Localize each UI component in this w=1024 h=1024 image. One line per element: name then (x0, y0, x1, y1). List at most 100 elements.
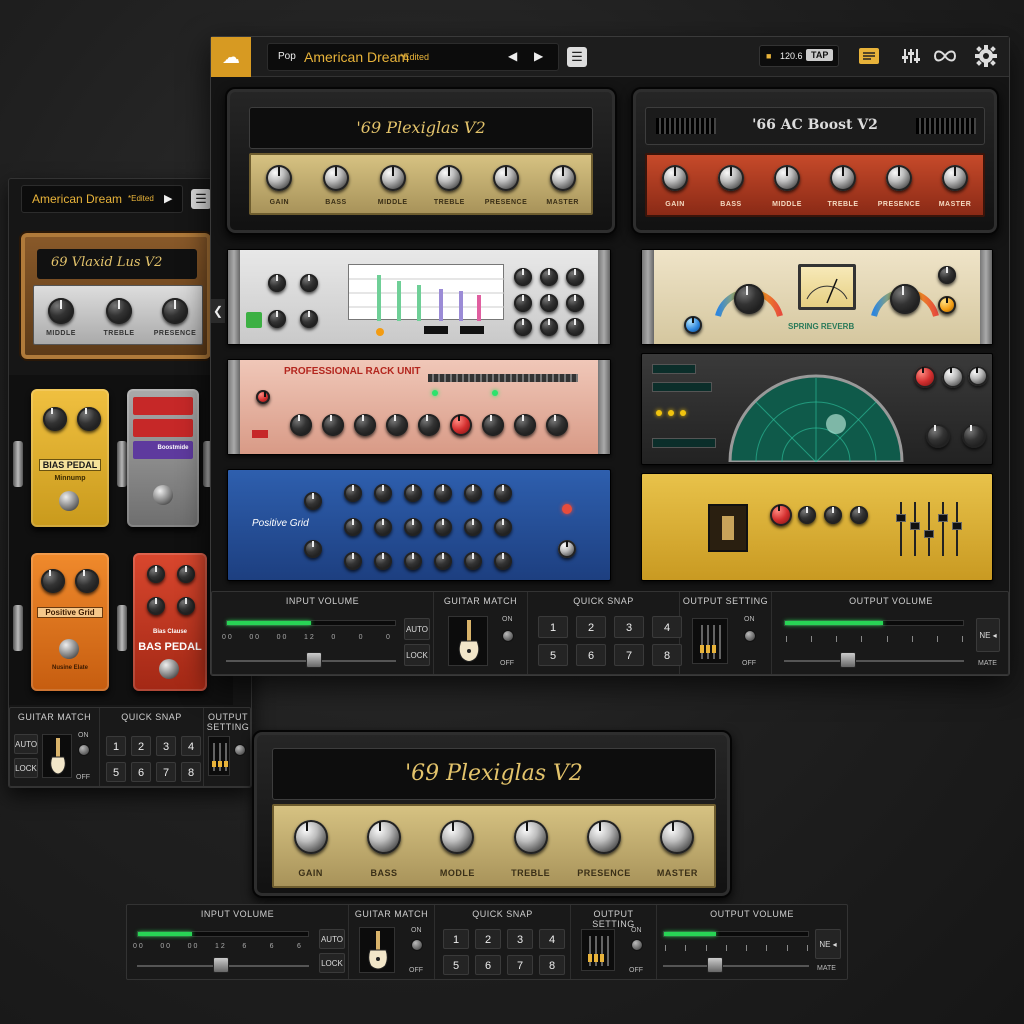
rack-knob[interactable] (494, 518, 512, 536)
amp-right-knob-3[interactable] (830, 165, 856, 191)
lower-snap-1[interactable]: 1 (443, 929, 469, 949)
rack-knob[interactable] (344, 484, 362, 502)
pedal-footswitch[interactable] (59, 491, 79, 511)
rack-analyzer[interactable] (227, 249, 611, 345)
rack-knob[interactable] (404, 484, 422, 502)
lower-input-slider-thumb[interactable] (213, 957, 229, 973)
amp-right-knob-4[interactable] (886, 165, 912, 191)
rack-knob[interactable] (434, 484, 452, 502)
lower-auto-button[interactable]: AUTO (319, 929, 345, 949)
lower-guitar-icon[interactable] (359, 927, 395, 973)
side-snap-7[interactable]: 7 (156, 762, 176, 782)
rack-knob[interactable] (434, 552, 452, 570)
amp-right-knob-2[interactable] (774, 165, 800, 191)
gear-icon[interactable] (975, 45, 997, 72)
side-menu-icon[interactable]: ☰ (191, 189, 211, 209)
rack-knob[interactable] (514, 414, 536, 436)
rack-knob[interactable] (566, 294, 584, 312)
lower-lock-button[interactable]: LOCK (319, 953, 345, 973)
preset-list-icon[interactable] (859, 48, 879, 64)
amp-right-knob-5[interactable] (942, 165, 968, 191)
pedal-bias-yellow[interactable]: BIAS PEDAL Minnump (31, 389, 109, 527)
guitar-icon[interactable] (448, 616, 488, 666)
amp-left-knob-4[interactable] (493, 165, 519, 191)
radar-knob[interactable] (926, 424, 950, 448)
reverb-knob-right[interactable] (890, 284, 920, 314)
main-snap-4[interactable]: 4 (652, 616, 682, 638)
side-snap-2[interactable]: 2 (131, 736, 151, 756)
fader-cap[interactable] (896, 514, 906, 522)
lower-snap-2[interactable]: 2 (475, 929, 501, 949)
input-slider-thumb[interactable] (306, 652, 322, 668)
prev-preset-icon[interactable]: ◀ (508, 49, 517, 63)
big-amp-knob-4[interactable] (587, 820, 621, 854)
rack-knob[interactable] (386, 414, 408, 436)
rack-knob[interactable] (514, 268, 532, 286)
rack-knob[interactable] (418, 414, 440, 436)
rack-knob[interactable] (290, 414, 312, 436)
rack-knob[interactable] (464, 518, 482, 536)
main-snap-3[interactable]: 3 (614, 616, 644, 638)
side-amp[interactable]: 69 Vlaxid Lus V2 MIDDLE TREBLE PRESENCE (19, 231, 213, 361)
side-amp-knob-treble[interactable] (106, 298, 132, 324)
big-amp-knob-2[interactable] (440, 820, 475, 854)
pedal-silver[interactable]: Boostmide (127, 389, 199, 527)
pedal-bias-red[interactable]: Bias Clause BAS PEDAL (133, 553, 207, 691)
auto-button[interactable]: AUTO (404, 618, 430, 640)
side-snap-5[interactable]: 5 (106, 762, 126, 782)
radar-knob-red[interactable] (914, 366, 936, 388)
big-amp-knob-5[interactable] (660, 820, 695, 854)
rack-knob[interactable] (566, 268, 584, 286)
pedal-knob[interactable] (177, 565, 195, 583)
side-amp-knob-middle[interactable] (48, 298, 74, 324)
rack-knob[interactable] (434, 518, 452, 536)
lower-snap-6[interactable]: 6 (475, 955, 501, 975)
rack-knob[interactable] (256, 390, 270, 404)
next-preset-icon[interactable]: ▶ (534, 49, 543, 63)
rack-knob[interactable] (268, 274, 286, 292)
lower-guitar-toggle[interactable] (411, 939, 423, 951)
rack-knob[interactable] (494, 484, 512, 502)
amp-left-knob-5[interactable] (549, 165, 576, 191)
menu-icon[interactable]: ☰ (567, 47, 587, 67)
side-output-fader-icon[interactable] (208, 736, 230, 776)
pedal-knob[interactable] (147, 597, 165, 615)
mixer-icon[interactable] (901, 47, 921, 70)
pedal-orange[interactable]: Positive Grid Nusine Elate (31, 553, 109, 691)
rack-red-button[interactable] (252, 430, 268, 438)
amp-ac-boost[interactable]: '66 AC Boost V2 GAIN BASS MIDDLE TREBLE PRES… (631, 87, 999, 235)
rack-knob[interactable] (850, 506, 868, 524)
rack-knob[interactable] (540, 294, 558, 312)
lower-snap-8[interactable]: 8 (539, 955, 565, 975)
pedal-footswitch[interactable] (153, 485, 173, 505)
side-toggle-switch[interactable] (78, 744, 90, 756)
rack-knob[interactable] (304, 540, 322, 558)
lower-output-slider-track[interactable] (663, 965, 809, 967)
big-amp-plexiglas[interactable]: '69 Plexiglas V2 GAIN BASS MODLE TREBLE PRES… (252, 730, 732, 898)
radar-knob[interactable] (968, 366, 988, 386)
amp-plexiglas[interactable]: '69 Plexiglas V2 GAIN BASS MIDDLE TREBLE PRE… (225, 87, 617, 235)
pedal-knob[interactable] (41, 569, 65, 593)
side-snap-4[interactable]: 4 (181, 736, 201, 756)
rack-knob[interactable] (938, 266, 956, 284)
reverb-knob-left[interactable] (734, 284, 764, 314)
lower-output-fader-icon[interactable] (581, 929, 615, 971)
rack-switch-box[interactable] (708, 504, 748, 552)
side-lock-button[interactable]: LOCK (14, 758, 38, 778)
rack-knob[interactable] (546, 414, 568, 436)
pedal-knob[interactable] (43, 407, 67, 431)
mute-button[interactable]: NE ◂ (976, 618, 1000, 652)
radar-knob[interactable] (962, 424, 986, 448)
rack-knob[interactable] (558, 540, 576, 558)
lower-snap-7[interactable]: 7 (507, 955, 533, 975)
rack-knob[interactable] (304, 492, 322, 510)
rack-knob[interactable] (514, 294, 532, 312)
rack-knob[interactable] (374, 552, 392, 570)
rack-knob[interactable] (374, 484, 392, 502)
rack-knob[interactable] (354, 414, 376, 436)
side-snap-1[interactable]: 1 (106, 736, 126, 756)
lower-output-toggle[interactable] (631, 939, 643, 951)
fader-cap[interactable] (924, 530, 934, 538)
tap-button[interactable]: TAP (806, 49, 834, 61)
lower-snap-3[interactable]: 3 (507, 929, 533, 949)
